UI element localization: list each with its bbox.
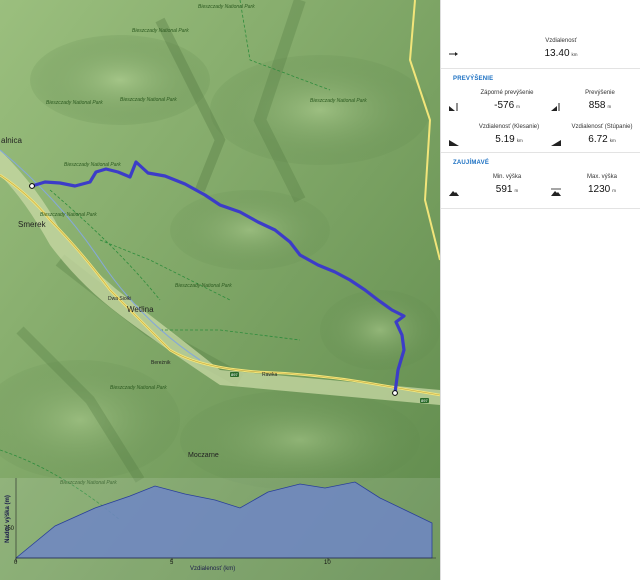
divider [441,68,640,69]
track-statistics-panel: Vzdialenosť 13.40 km PREVÝŠENIE Záporné p… [440,0,640,580]
park-label: Bieszczady National Park [310,98,367,104]
elevation-profile [0,478,440,580]
descent-icon [449,103,458,111]
descent-slope-icon [449,140,459,146]
stat-ascent-distance: Vzdialenosť (Stúpanie) 6.72 km [565,124,639,145]
stat-min-elevation: Min. výška 591 m [467,174,547,195]
y-axis-title: Nadm. výška (m) [4,495,11,543]
stat-descent-value: -576 m [494,100,520,111]
park-label: Bieszczady National Park [132,28,189,34]
ascent-icon [551,103,560,111]
park-label: Bieszczady National Park [120,97,177,103]
route-start-marker [29,183,35,189]
stat-min-elevation-label: Min. výška [492,174,522,180]
x-axis-tick-label: 0 [14,560,18,566]
divider [441,152,640,153]
max-elevation-icon [551,188,561,196]
place-label-smerek: Smerek [18,220,46,229]
ascent-slope-icon [551,140,561,146]
stat-descent: Záporné prevýšenie -576 m [467,90,547,111]
stat-ascent-value: 858 m [588,100,612,111]
min-elevation-icon [449,191,459,196]
stat-descent-label: Záporné prevýšenie [480,90,534,96]
arrow-right-icon [449,52,458,56]
place-label-wetlina: Wetlina [127,305,154,314]
stat-distance: Vzdialenosť 13.40 km [501,38,621,59]
stat-ascent-distance-label: Vzdialenosť (Stúpanie) [571,124,633,130]
stat-max-elevation-label: Max. výška [586,174,617,180]
park-label: Bieszczady National Park [64,162,121,168]
park-label: Bieszczady National Park [198,4,255,10]
place-label-dwa-siolki: Dwa Siołki [108,296,132,302]
x-axis-tick-label: 5 [170,560,174,566]
section-title-elevation: PREVÝŠENIE [453,76,494,82]
stat-max-elevation-value: 1230 m [588,184,616,195]
x-axis-tick-label: 10 [324,560,331,566]
stat-max-elevation: Max. výška 1230 m [565,174,639,195]
divider [441,208,640,209]
stat-ascent-distance-value: 6.72 km [588,134,616,145]
stat-min-elevation-value: 591 m [495,184,519,195]
park-label: Bieszczady National Park [175,283,232,289]
park-label: Bieszczady National Park [110,385,167,391]
stat-distance-label: Vzdialenosť [545,38,577,44]
road-number-badge: 897 [230,372,239,377]
stat-distance-value: 13.40 km [544,48,578,59]
place-label-kalnica: alnica [1,136,22,145]
park-label: Bieszczady National Park [46,100,103,106]
park-label: Bieszczady National Park [40,212,97,218]
stat-descent-distance-label: Vzdialenosť (Klesanie) [478,124,540,130]
place-label-moczarne: Moczarne [188,452,219,459]
stat-descent-distance-value: 5.19 km [495,134,523,145]
x-axis-title: Vzdialenosť (km) [190,566,236,572]
stat-ascent-label: Prevýšenie [585,90,615,96]
road-number-badge: 897 [420,398,429,403]
route-end-marker [392,390,398,396]
stat-ascent: Prevýšenie 858 m [565,90,635,111]
place-label-rawka: Rawka [262,372,278,378]
place-label-bereznik: Bereżnik [151,360,171,366]
section-title-interesting: ZAUJÍMAVÉ [453,160,490,166]
stat-descent-distance: Vzdialenosť (Klesanie) 5.19 km [467,124,551,145]
